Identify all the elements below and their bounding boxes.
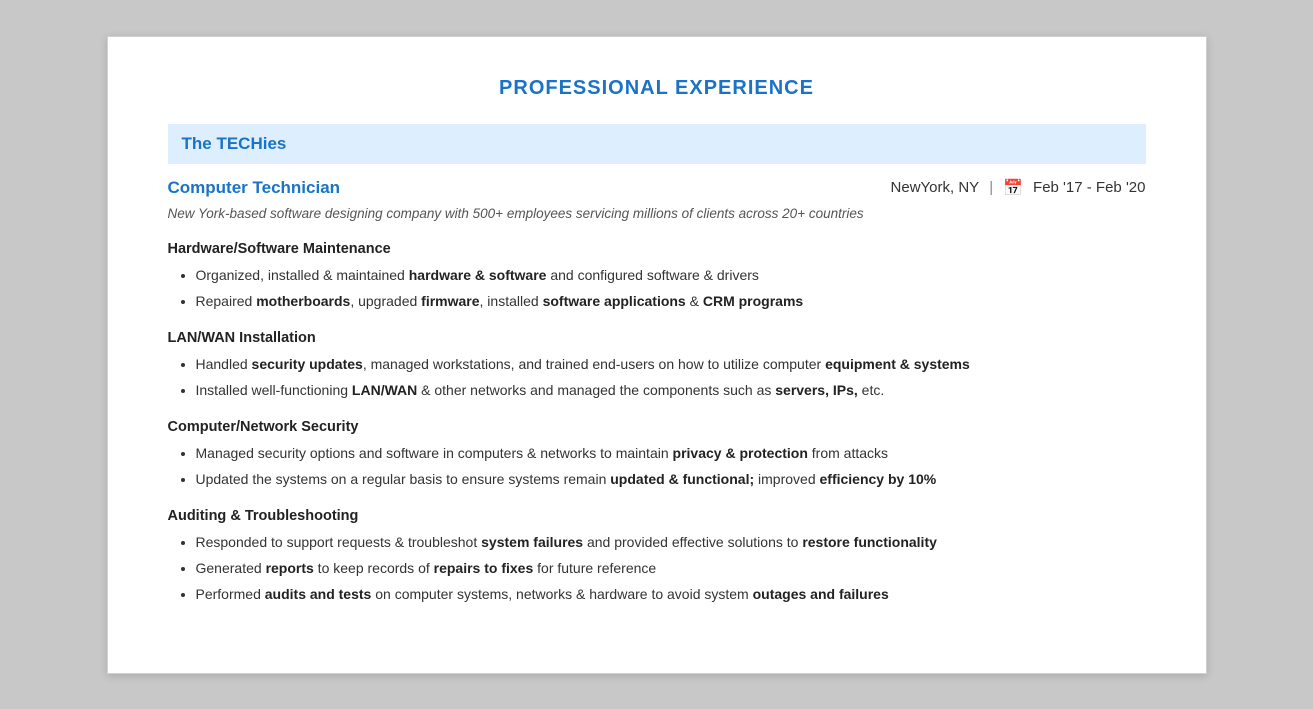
list-item: Managed security options and software in… <box>196 443 1146 464</box>
bold-text: firmware <box>421 293 479 309</box>
list-item: Installed well-functioning LAN/WAN & oth… <box>196 380 1146 401</box>
company-header: The TECHies <box>168 124 1146 164</box>
list-item: Performed audits and tests on computer s… <box>196 584 1146 605</box>
location-date: NewYork, NY | 📅 Feb '17 - Feb '20 <box>891 178 1146 198</box>
subsection-security: Computer/Network Security Managed securi… <box>168 419 1146 490</box>
subsection-auditing: Auditing & Troubleshooting Responded to … <box>168 508 1146 605</box>
bold-text: efficiency by 10% <box>820 471 937 487</box>
resume-page: PROFESSIONAL EXPERIENCE The TECHies Comp… <box>107 36 1207 674</box>
subsection-hardware: Hardware/Software Maintenance Organized,… <box>168 241 1146 312</box>
bullet-list-hardware: Organized, installed & maintained hardwa… <box>168 265 1146 312</box>
bullet-list-lanwan: Handled security updates, managed workst… <box>168 354 1146 401</box>
bold-text: security updates <box>252 356 363 372</box>
bold-text: equipment & systems <box>825 356 970 372</box>
bold-text: repairs to fixes <box>434 560 534 576</box>
subsection-lanwan: LAN/WAN Installation Handled security up… <box>168 330 1146 401</box>
subsection-hardware-title: Hardware/Software Maintenance <box>168 241 1146 257</box>
list-item: Updated the systems on a regular basis t… <box>196 469 1146 490</box>
location-text: NewYork, NY <box>891 179 980 196</box>
bullet-list-security: Managed security options and software in… <box>168 443 1146 490</box>
list-item: Generated reports to keep records of rep… <box>196 558 1146 579</box>
bold-text: CRM programs <box>703 293 803 309</box>
bold-text: software applications <box>543 293 686 309</box>
bold-text: system failures <box>481 534 583 550</box>
job-title: Computer Technician <box>168 178 341 198</box>
job-header: Computer Technician NewYork, NY | 📅 Feb … <box>168 178 1146 198</box>
list-item: Repaired motherboards, upgraded firmware… <box>196 291 1146 312</box>
list-item: Handled security updates, managed workst… <box>196 354 1146 375</box>
list-item: Responded to support requests & troubles… <box>196 532 1146 553</box>
list-item: Organized, installed & maintained hardwa… <box>196 265 1146 286</box>
subsection-security-title: Computer/Network Security <box>168 419 1146 435</box>
company-description: New York-based software designing compan… <box>168 206 1146 221</box>
section-title: PROFESSIONAL EXPERIENCE <box>168 77 1146 100</box>
calendar-icon: 📅 <box>1003 178 1023 198</box>
bold-text: audits and tests <box>265 586 372 602</box>
bold-text: updated & functional; <box>610 471 754 487</box>
subsection-lanwan-title: LAN/WAN Installation <box>168 330 1146 346</box>
bold-text: outages and failures <box>753 586 889 602</box>
bold-text: motherboards <box>256 293 350 309</box>
bold-text: restore functionality <box>802 534 937 550</box>
bold-text: servers, IPs, <box>775 382 858 398</box>
company-name: The TECHies <box>182 134 287 153</box>
bold-text: privacy & protection <box>673 445 808 461</box>
subsection-auditing-title: Auditing & Troubleshooting <box>168 508 1146 524</box>
bullet-list-auditing: Responded to support requests & troubles… <box>168 532 1146 605</box>
bold-text: LAN/WAN <box>352 382 417 398</box>
bold-text: hardware & software <box>409 267 547 283</box>
bold-text: reports <box>266 560 314 576</box>
date-range: Feb '17 - Feb '20 <box>1033 179 1145 196</box>
pipe-divider: | <box>989 179 993 196</box>
